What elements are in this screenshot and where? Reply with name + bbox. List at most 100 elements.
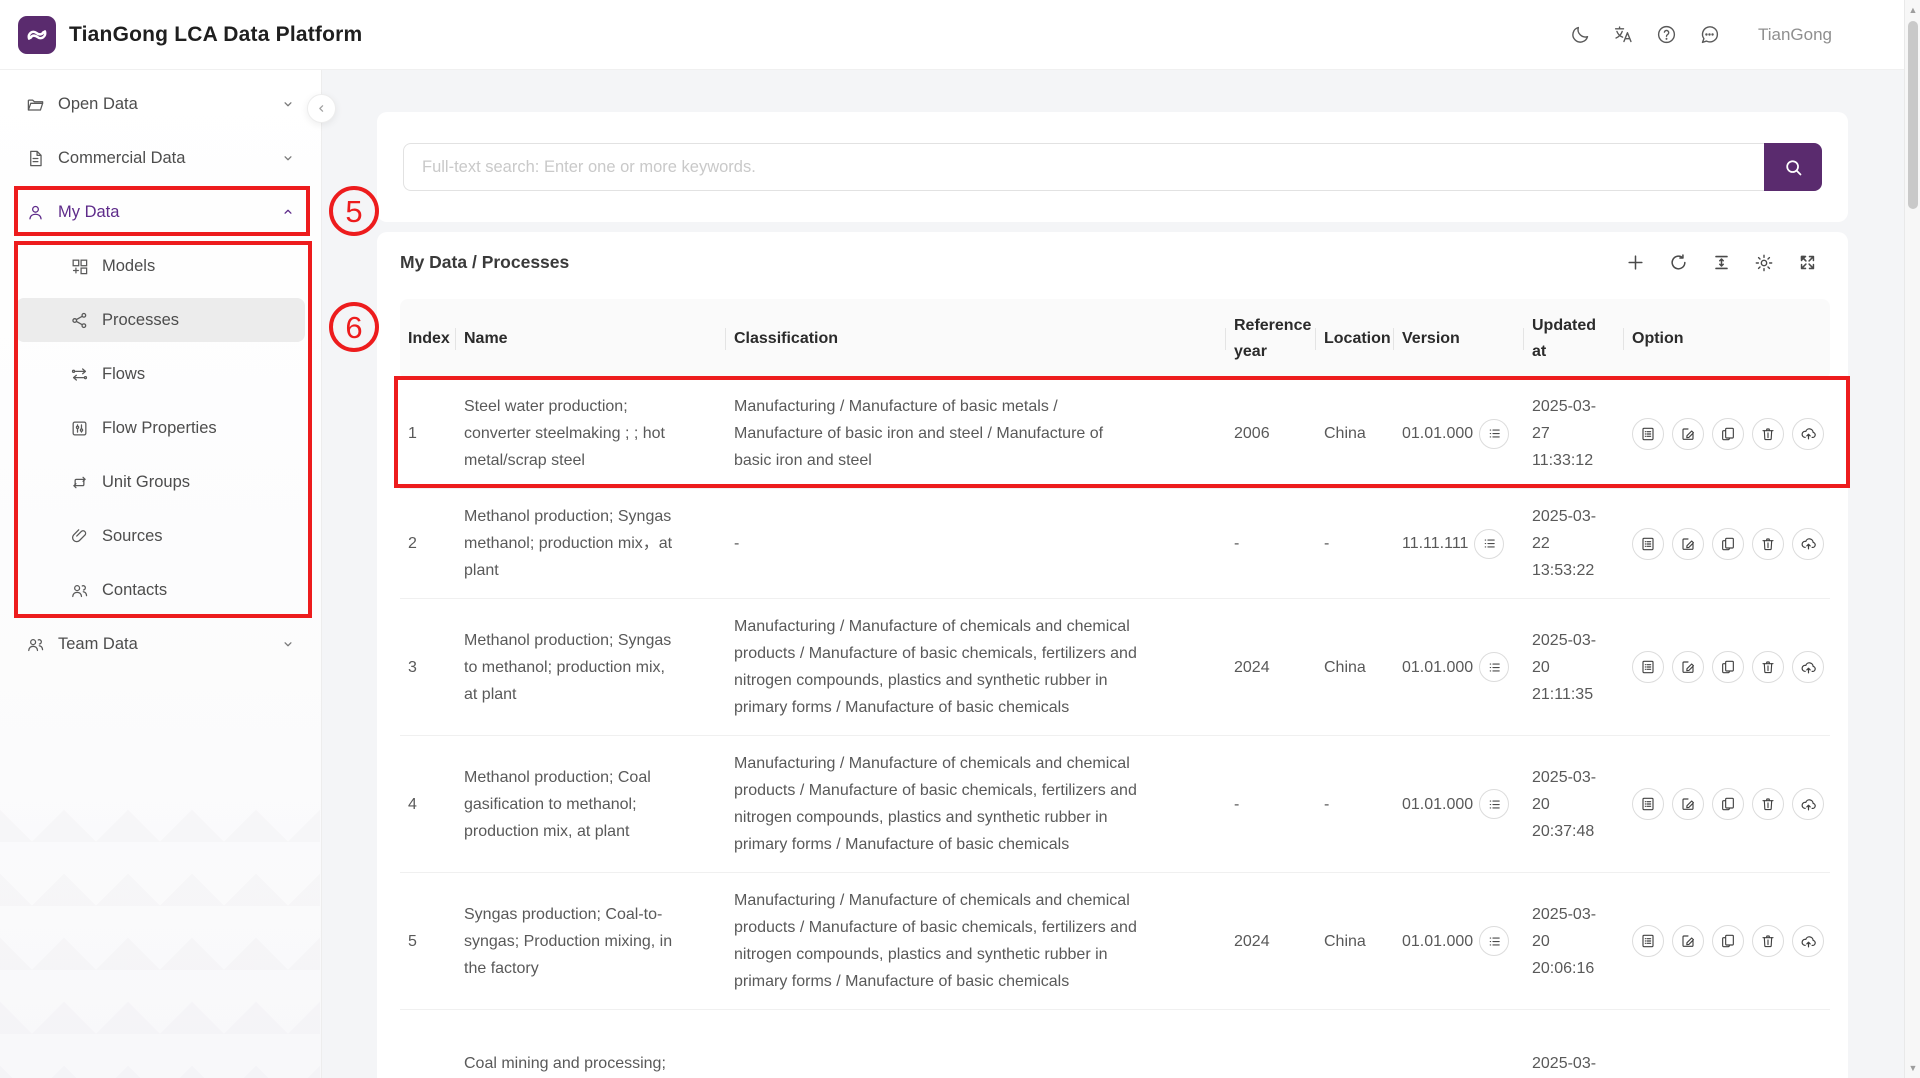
scrollbar-up-arrow[interactable]: ▲ [1905,2,1920,18]
copy-button[interactable] [1712,788,1744,820]
top-bar: TianGong LCA Data Platform [0,0,1920,70]
edit-button[interactable] [1672,651,1704,683]
sidebar-item-label: My Data [58,203,119,222]
add-icon[interactable] [1625,253,1645,273]
cell-version: 01.01.000 [1402,654,1473,681]
sidebar-item-team-data[interactable]: Team Data [16,622,305,666]
cloud-upload-icon [1800,659,1817,676]
col-reference-year: Reference year [1226,299,1316,379]
cell-updated-at: 2025-03-22 13:53:22 [1532,508,1596,579]
models-grid-icon [70,257,89,276]
app-logo[interactable] [18,16,56,54]
logo-glyph [24,22,50,48]
version-list-button[interactable] [1479,789,1509,819]
detail-button[interactable] [1632,788,1664,820]
detail-button[interactable] [1632,925,1664,957]
cloud-upload-icon [1800,933,1817,950]
sidebar-item-models[interactable]: Models [16,244,305,288]
delete-button[interactable] [1752,651,1784,683]
sidebar-item-flows[interactable]: Flows [16,352,305,396]
delete-button[interactable] [1752,528,1784,560]
col-option: Option [1624,299,1830,379]
sidebar-collapse-button[interactable] [307,94,336,123]
processes-table: Index Name Classification Reference year… [400,299,1830,1078]
copy-button[interactable] [1712,418,1744,450]
version-list-button[interactable] [1474,529,1504,559]
unit-groups-loop-icon [70,473,89,492]
export-button[interactable] [1792,651,1824,683]
refresh-icon[interactable] [1668,253,1688,273]
copy-icon [1720,933,1736,949]
table-row[interactable]: Coal mining and processing; 2025-03- [400,1010,1830,1078]
table-row[interactable]: 2 Methanol production; Syngas methanol; … [400,489,1830,599]
export-button[interactable] [1792,788,1824,820]
edit-button[interactable] [1672,788,1704,820]
delete-button[interactable] [1752,925,1784,957]
table-row[interactable]: 1 Steel water production; converter stee… [400,379,1830,489]
contacts-icon [70,581,89,600]
chevron-down-icon [281,151,295,165]
sidebar-item-my-data[interactable]: My Data [16,190,305,234]
export-button[interactable] [1792,418,1824,450]
sidebar-item-contacts[interactable]: Contacts [16,568,305,612]
row-options [1632,925,1830,957]
detail-button[interactable] [1632,528,1664,560]
current-user[interactable]: TianGong [1758,25,1832,45]
row-height-icon[interactable] [1711,253,1731,273]
detail-icon [1640,536,1656,552]
edit-icon [1680,933,1696,949]
dark-mode-moon-icon[interactable] [1570,24,1592,46]
edit-icon [1680,796,1696,812]
delete-button[interactable] [1752,788,1784,820]
edit-button[interactable] [1672,418,1704,450]
fullscreen-icon[interactable] [1797,253,1817,273]
sidebar-item-open-data[interactable]: Open Data [16,82,305,126]
trash-icon [1760,933,1776,949]
table-body: 1 Steel water production; converter stee… [400,379,1830,1078]
row-options [1632,528,1830,560]
unordered-list-icon [1487,660,1502,675]
scrollbar-down-arrow[interactable]: ▼ [1905,1060,1920,1076]
sidebar-item-sources[interactable]: Sources [16,514,305,558]
copy-button[interactable] [1712,925,1744,957]
sidebar-item-label: Team Data [58,635,138,654]
settings-gear-icon[interactable] [1754,253,1774,273]
version-list-button[interactable] [1479,926,1509,956]
search-input[interactable] [403,143,1764,191]
table-row[interactable]: 5 Syngas production; Coal-to-syngas; Pro… [400,873,1830,1010]
scrollbar-thumb[interactable] [1908,21,1918,209]
search-button[interactable] [1764,143,1822,191]
detail-button[interactable] [1632,418,1664,450]
sidebar-item-processes[interactable]: Processes [16,298,305,342]
trash-icon [1760,536,1776,552]
delete-button[interactable] [1752,418,1784,450]
row-options [1632,651,1830,683]
copy-button[interactable] [1712,651,1744,683]
cell-classification: Manufacturing / Manufacture of chemicals… [734,892,1137,990]
cell-version: 01.01.000 [1402,791,1473,818]
sidebar-item-flow-properties[interactable]: Flow Properties [16,406,305,450]
version-list-button[interactable] [1479,419,1509,449]
edit-button[interactable] [1672,925,1704,957]
copy-button[interactable] [1712,528,1744,560]
table-row[interactable]: 4 Methanol production; Coal gasification… [400,736,1830,873]
version-list-button[interactable] [1479,652,1509,682]
unordered-list-icon [1482,536,1497,551]
detail-button[interactable] [1632,651,1664,683]
sidebar-item-unit-groups[interactable]: Unit Groups [16,460,305,504]
help-icon[interactable] [1656,24,1678,46]
table-row[interactable]: 3 Methanol production; Syngas to methano… [400,599,1830,736]
cell-reference-year: 2024 [1234,933,1270,950]
cell-name: Methanol production; Coal gasification t… [464,769,651,840]
trash-icon [1760,426,1776,442]
edit-button[interactable] [1672,528,1704,560]
sidebar-item-commercial-data[interactable]: Commercial Data [16,136,305,180]
translate-icon[interactable] [1613,24,1635,46]
cell-updated-at: 2025-03-20 21:11:35 [1532,632,1596,703]
messages-icon[interactable] [1699,24,1721,46]
cell-name: Steel water production; converter steelm… [464,398,665,469]
sidebar-item-label: Flows [102,365,145,384]
cell-index: 3 [408,659,417,676]
export-button[interactable] [1792,925,1824,957]
export-button[interactable] [1792,528,1824,560]
